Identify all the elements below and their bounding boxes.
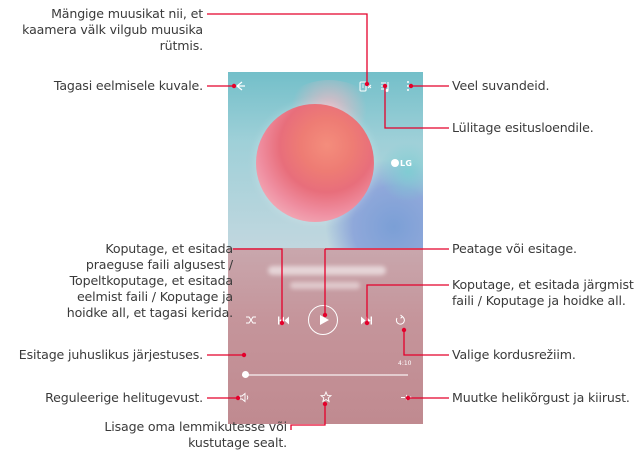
- phone-screen: LG 4:10: [228, 72, 423, 424]
- callout-forward: Koputage, et esitada järgmist faili / Ko…: [452, 277, 634, 309]
- album-art: LG: [228, 72, 423, 248]
- progress-knob[interactable]: [241, 371, 249, 378]
- callout-rewind-line5: hoidke all, et tagasi kerida.: [66, 305, 233, 320]
- more-options-icon[interactable]: [405, 80, 411, 94]
- play-icon: [320, 314, 329, 325]
- callout-forward-line2: faili / Koputage ja hoidke all.: [452, 293, 626, 308]
- callout-back-line1: Tagasi eelmisele kuvale.: [53, 78, 203, 93]
- callout-effects-line1: Muutke helikõrgust ja kiirust.: [452, 390, 630, 405]
- callout-favorite-line2: kustutage sealt.: [188, 435, 287, 450]
- callout-back: Tagasi eelmisele kuvale.: [54, 78, 203, 94]
- callout-flash-line3: rütmis.: [159, 38, 204, 53]
- callout-rewind-line1: Koputage, et esitada: [105, 241, 233, 256]
- volume-icon[interactable]: [239, 392, 251, 405]
- repeat-icon[interactable]: [394, 314, 406, 328]
- artist-blurred: [290, 282, 360, 289]
- rewind-icon[interactable]: [277, 315, 290, 328]
- callout-favorite-line1: Lisage oma lemmikutesse või: [104, 419, 287, 434]
- callout-playlist: Lülitage esitusloendile.: [452, 120, 594, 136]
- callout-rewind-line4: eelmist faili / Koputage ja: [76, 289, 233, 304]
- callout-flash-line1: Mängige muusikat nii, et: [51, 6, 203, 21]
- callout-rewind-line3: Topeltkoputage, et esitada: [69, 273, 233, 288]
- album-art-teal-blob: [378, 142, 423, 202]
- callout-more: Veel suvandeid.: [452, 78, 549, 94]
- music-player-diagram: LG 4:10 Mängige muusikat nii, et kaamera…: [0, 0, 644, 452]
- callout-volume: Reguleerige helitugevust.: [45, 390, 203, 406]
- favorite-star-icon[interactable]: [319, 390, 333, 405]
- callout-rewind: Koputage, et esitada praeguse faili algu…: [67, 241, 233, 321]
- callout-favorite: Lisage oma lemmikutesse või kustutage se…: [104, 419, 287, 451]
- playlist-icon[interactable]: [379, 80, 391, 95]
- flash-music-icon[interactable]: [358, 80, 372, 94]
- album-art-circle: [256, 104, 374, 222]
- back-arrow-icon[interactable]: [234, 80, 246, 94]
- callout-repeat: Valige kordusrežiim.: [452, 347, 576, 363]
- callout-shuffle: Esitage juhuslikus järjestuses.: [19, 347, 203, 363]
- progress-track[interactable]: [242, 374, 408, 376]
- play-button[interactable]: [308, 305, 338, 335]
- callout-forward-line1: Koputage, et esitada järgmist: [452, 277, 634, 292]
- sound-effects-icon[interactable]: [400, 392, 412, 405]
- callout-play: Peatage või esitage.: [452, 241, 577, 257]
- total-time: 4:10: [398, 360, 412, 367]
- lg-logo: LG: [391, 159, 412, 168]
- callout-more-line1: Veel suvandeid.: [452, 78, 550, 93]
- callout-playlist-line1: Lülitage esitusloendile.: [452, 120, 594, 135]
- lg-logo-text: LG: [400, 159, 413, 168]
- song-title-blurred: [268, 266, 386, 275]
- callout-volume-line1: Reguleerige helitugevust.: [45, 390, 203, 405]
- callout-flash: Mängige muusikat nii, et kaamera välk vi…: [22, 6, 203, 54]
- callout-play-line1: Peatage või esitage.: [452, 241, 577, 256]
- callout-rewind-line2: praeguse faili algusest /: [85, 257, 233, 272]
- fast-forward-icon[interactable]: [360, 315, 373, 328]
- callout-repeat-line1: Valige kordusrežiim.: [452, 347, 576, 362]
- callout-effects: Muutke helikõrgust ja kiirust.: [452, 390, 630, 406]
- shuffle-icon[interactable]: [245, 314, 257, 328]
- callout-shuffle-line1: Esitage juhuslikus järjestuses.: [18, 347, 203, 362]
- callout-flash-line2: kaamera välk vilgub muusika: [22, 22, 203, 37]
